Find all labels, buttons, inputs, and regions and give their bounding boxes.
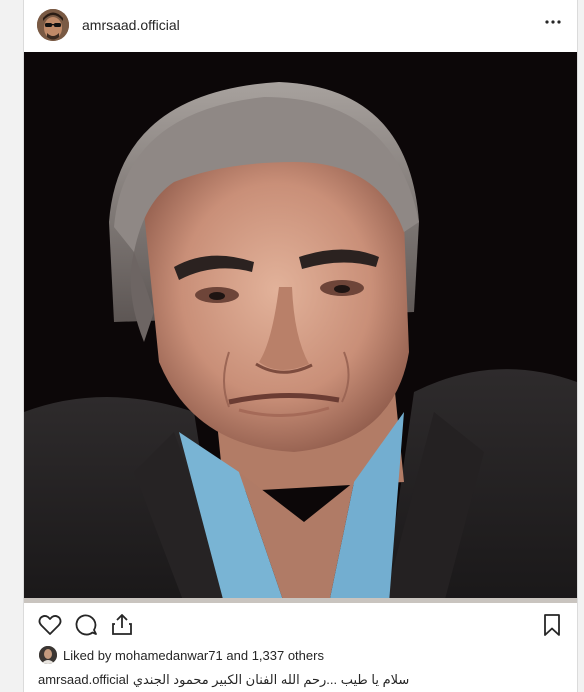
post-username[interactable]: amrsaad.official <box>82 17 180 33</box>
liker-username[interactable]: mohamedanwar71 <box>115 648 223 663</box>
likes-summary: Liked by mohamedanwar71 and 1,337 others <box>39 645 324 665</box>
likes-connector: and <box>226 647 249 663</box>
share-icon[interactable] <box>109 612 135 638</box>
post-actions <box>24 612 577 642</box>
post-photo[interactable] <box>24 52 577 603</box>
more-options-icon[interactable] <box>543 12 563 32</box>
comment-icon[interactable] <box>73 612 99 638</box>
instagram-post: amrsaad.official Liked by mohamedanwar71… <box>23 0 578 692</box>
caption-text: سلام يا طيب ...رحم الله الفنان الكبير مح… <box>132 672 410 687</box>
likes-count[interactable]: 1,337 others <box>252 648 324 663</box>
likes-prefix: Liked by <box>63 647 112 663</box>
liker-avatar[interactable] <box>39 646 57 664</box>
post-caption: amrsaad.official سلام يا طيب ...رحم الله … <box>38 672 409 688</box>
heart-icon[interactable] <box>37 612 63 638</box>
post-header: amrsaad.official <box>24 0 577 53</box>
caption-username[interactable]: amrsaad.official <box>38 672 129 687</box>
bookmark-icon[interactable] <box>539 612 565 638</box>
profile-avatar[interactable] <box>37 9 69 41</box>
